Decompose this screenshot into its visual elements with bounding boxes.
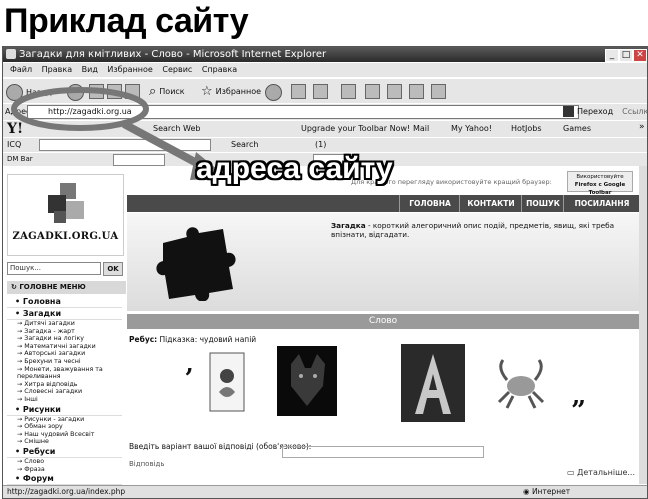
annotation-overlay bbox=[11, 87, 228, 180]
annotation-arrow-shaft bbox=[122, 120, 208, 172]
annotation-label: адреса сайту bbox=[196, 152, 393, 185]
